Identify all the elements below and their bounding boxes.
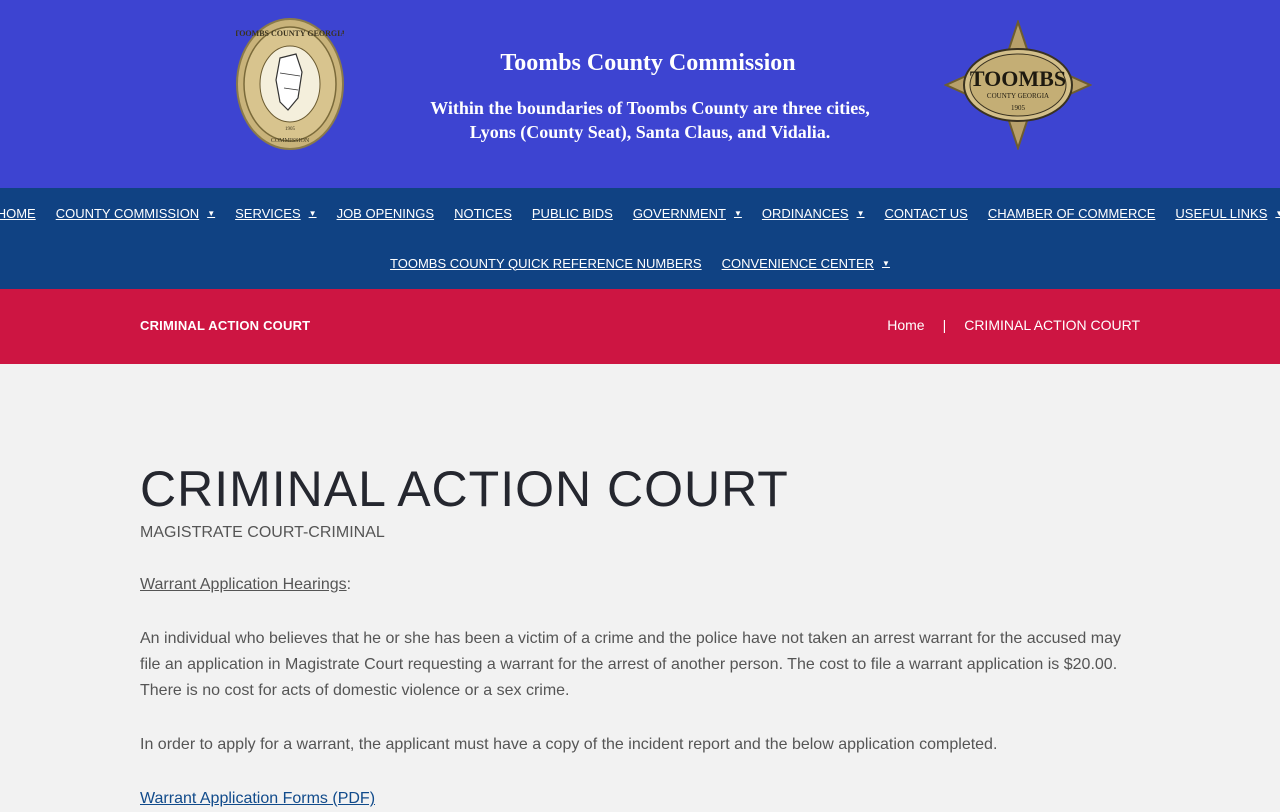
hearings-colon: : [346,576,352,593]
nav-item-home[interactable]: HOME [0,206,46,221]
nav-item-job-openings[interactable]: JOB OPENINGS [327,206,445,221]
nav-item-label: PUBLIC BIDS [531,205,613,221]
seal-left-label: TOOMBS COUNTY GEORGIA [236,29,344,38]
breadcrumb: Home | CRIMINAL ACTION COURT [887,317,1140,333]
seal-right-year: 1905 [1011,104,1026,112]
title-bar-heading: CRIMINAL ACTION COURT [140,318,311,333]
breadcrumb-home-link[interactable]: Home [887,317,924,333]
nav-item-services[interactable]: SERVICES ▼ [225,206,326,221]
breadcrumb-current: CRIMINAL ACTION COURT [964,317,1140,333]
nav-item-ordinances[interactable]: ORDINANCES ▼ [752,206,875,221]
nav-item-contact-us[interactable]: CONTACT US [875,206,978,221]
warrant-forms-pdf-link[interactable]: Warrant Application Forms (PDF) [140,790,375,807]
warrant-hearings-link[interactable]: Warrant Application Hearings [140,576,347,593]
nav-item-label: HOME [0,205,36,221]
nav-item-useful-links[interactable]: USEFUL LINKS ▼ [1165,206,1280,221]
nav-item-label: SERVICES [235,205,301,221]
dropdown-caret-icon: ▼ [882,258,890,268]
nav-row-secondary: TOOMBS COUNTY QUICK REFERENCE NUMBERS CON… [0,238,1280,288]
dropdown-caret-icon: ▼ [308,208,317,218]
nav-item-public-bids[interactable]: PUBLIC BIDS [522,206,623,221]
nav-item-label: COUNTY COMMISSION [55,205,200,221]
page-title-bar: CRIMINAL ACTION COURT Home | CRIMINAL AC… [0,289,1280,364]
nav-item-notices[interactable]: NOTICES [444,206,522,221]
nav-item-toombs-county-quick-reference-numbers[interactable]: TOOMBS COUNTY QUICK REFERENCE NUMBERS [380,256,712,271]
nav-item-label: CONTACT US [884,205,968,221]
nav-item-label: JOB OPENINGS [336,205,435,221]
nav-item-label: NOTICES [454,205,512,221]
seal-right-label: TOOMBS [970,66,1066,91]
main-content: CRIMINAL ACTION COURT MAGISTRATE COURT-C… [140,458,1140,812]
dropdown-caret-icon: ▼ [1275,208,1280,218]
breadcrumb-separator: | [942,317,947,333]
page-subtitle: MAGISTRATE COURT-CRIMINAL [140,524,385,541]
nav-item-label: TOOMBS COUNTY QUICK REFERENCE NUMBERS [390,255,702,271]
nav-item-label: ORDINANCES [761,205,849,221]
nav-item-government[interactable]: GOVERNMENT ▼ [623,206,752,221]
nav-row-primary: HOME COUNTY COMMISSION ▼ SERVICES ▼ JOB OPENI… [0,188,1280,238]
nav-item-label: USEFUL LINKS [1175,205,1268,221]
nav-item-label: GOVERNMENT [632,205,726,221]
dropdown-caret-icon: ▼ [733,208,742,218]
seal-right-sub: COUNTY GEORGIA [987,92,1049,100]
nav-item-label: CONVENIENCE CENTER [721,255,875,271]
dropdown-caret-icon: ▼ [207,208,216,218]
forms-link-paragraph: Warrant Application Forms (PDF) [140,786,1140,812]
nav-item-county-commission[interactable]: COUNTY COMMISSION ▼ [46,206,225,221]
nav-item-chamber-of-commerce[interactable]: CHAMBER OF COMMERCE [978,206,1166,221]
page-title: CRIMINAL ACTION COURT [140,461,789,517]
site-banner: TOOMBS COUNTY GEORGIA COMMISSION 1905 To… [0,0,1280,188]
warrant-info-paragraph: An individual who believes that he or sh… [140,630,1121,699]
apply-instructions-paragraph: In order to apply for a warrant, the app… [140,736,998,753]
nav-item-label: CHAMBER OF COMMERCE [987,205,1156,221]
hearings-heading: Warrant Application Hearings: [140,572,1140,598]
nav-item-convenience-center[interactable]: CONVENIENCE CENTER ▼ [712,256,900,271]
dropdown-caret-icon: ▼ [856,208,865,218]
toombs-emblem-logo[interactable]: TOOMBS COUNTY GEORGIA 1905 [944,20,1092,150]
main-navigation: HOME COUNTY COMMISSION ▼ SERVICES ▼ JOB OPENI… [0,188,1280,289]
